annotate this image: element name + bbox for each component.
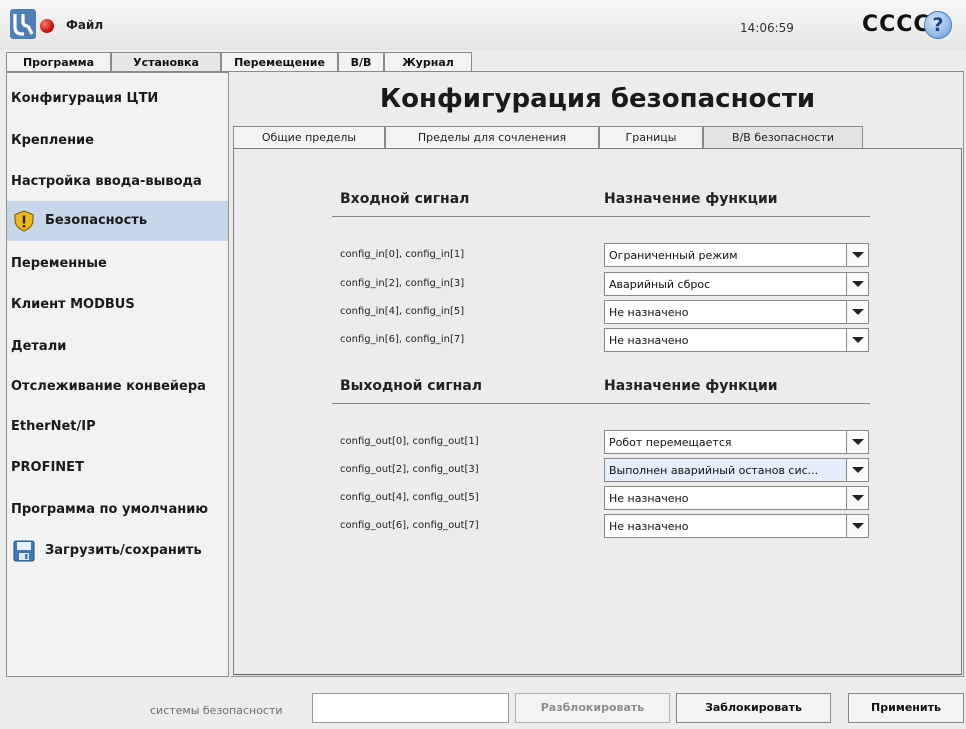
tab-program[interactable]: Программа (6, 52, 111, 72)
tab-boundaries[interactable]: Границы (599, 126, 703, 148)
shield-warning-icon (14, 210, 34, 232)
output-signal-label: config_out[2], config_out[3] (340, 464, 479, 475)
help-icon[interactable]: ? (924, 11, 952, 39)
clock: 14:06:59 (740, 21, 794, 35)
apply-button[interactable]: Применить (848, 693, 964, 723)
sidebar-item-tcp-config[interactable]: Конфигурация ЦТИ (7, 79, 228, 119)
output-function-dropdown[interactable]: Не назначено (604, 514, 869, 538)
tab-safety-io[interactable]: В/В безопасности (703, 126, 863, 148)
sidebar-item-label: Детали (11, 339, 67, 354)
tab-move[interactable]: Перемещение (221, 52, 338, 72)
lock-button[interactable]: Заблокировать (676, 693, 831, 723)
dropdown-arrow[interactable] (846, 244, 868, 266)
output-signal-label: config_out[6], config_out[7] (340, 520, 479, 531)
input-signal-label: config_in[2], config_in[3] (340, 278, 465, 289)
sidebar-item-safety[interactable]: Безопасность (7, 201, 228, 241)
input-signal-header: Входной сигнал (340, 191, 470, 207)
ur-logo-icon (10, 9, 36, 39)
sidebar-item-label: Настройка ввода-вывода (11, 174, 202, 189)
input-signal-label: config_in[0], config_in[1] (340, 249, 465, 260)
input-function-dropdown[interactable]: Ограниченный режим (604, 243, 869, 267)
input-signal-label: config_in[6], config_in[7] (340, 334, 465, 345)
sidebar-item-label: PROFINET (11, 460, 84, 475)
sidebar-item-label: Загрузить/сохранить (45, 543, 202, 558)
sidebar-item-mounting[interactable]: Крепление (7, 121, 228, 161)
sidebar-item-label: Конфигурация ЦТИ (11, 91, 159, 106)
chevron-down-icon (852, 439, 864, 445)
sidebar-item-default-program[interactable]: Программа по умолчанию (7, 490, 228, 530)
tab-joint-limits[interactable]: Пределы для сочленения (385, 126, 599, 148)
page-title: Конфигурация безопасности (379, 84, 816, 114)
sidebar-item-label: Клиент MODBUS (11, 297, 135, 312)
output-signal-label: config_out[4], config_out[5] (340, 492, 479, 503)
output-header-rule (332, 403, 870, 404)
dropdown-arrow[interactable] (846, 329, 868, 351)
chevron-down-icon (852, 495, 864, 501)
floppy-disk-icon (13, 540, 35, 562)
output-function-dropdown[interactable]: Не назначено (604, 486, 869, 510)
dropdown-arrow[interactable] (846, 459, 868, 481)
safety-password-input[interactable] (312, 693, 509, 723)
dropdown-arrow[interactable] (846, 487, 868, 509)
dropdown-arrow[interactable] (846, 515, 868, 537)
output-function-dropdown[interactable]: Робот перемещается (604, 430, 869, 454)
sidebar-item-label: Безопасность (45, 213, 148, 228)
tab-installation[interactable]: Установка (111, 52, 221, 73)
output-signal-header: Выходной сигнал (340, 378, 483, 394)
input-function-dropdown[interactable]: Не назначено (604, 300, 869, 324)
chevron-down-icon (852, 309, 864, 315)
dropdown-value: Выполнен аварийный останов сис... (609, 464, 819, 477)
dropdown-value: Робот перемещается (609, 436, 732, 449)
dropdown-value: Не назначено (609, 334, 689, 347)
dropdown-value: Не назначено (609, 306, 689, 319)
chevron-down-icon (852, 523, 864, 529)
sidebar-item-label: Крепление (11, 133, 94, 148)
chevron-down-icon (852, 252, 864, 258)
output-function-header: Назначение функции (604, 378, 778, 394)
chevron-down-icon (852, 281, 864, 287)
dropdown-value: Не назначено (609, 520, 689, 533)
tab-log[interactable]: Журнал (384, 52, 472, 72)
file-menu[interactable]: Файл (66, 18, 103, 32)
sidebar-item-modbus-client[interactable]: Клиент MODBUS (7, 285, 228, 325)
dropdown-arrow[interactable] (846, 301, 868, 323)
sidebar-item-label: Переменные (11, 256, 107, 271)
robot-name: CCCC (862, 12, 931, 37)
sidebar-item-profinet[interactable]: PROFINET (7, 448, 228, 488)
input-header-rule (332, 216, 870, 217)
safety-password-label: системы безопасности (150, 704, 283, 717)
chevron-down-icon (852, 467, 864, 473)
chevron-down-icon (852, 337, 864, 343)
footer-bar: системы безопасности Разблокировать Забл… (0, 682, 966, 729)
safety-io-panel: Входной сигнал Назначение функции config… (233, 148, 962, 675)
dropdown-arrow[interactable] (846, 273, 868, 295)
content-area: Конфигурация безопасности Общие пределы … (231, 72, 964, 677)
sidebar: Конфигурация ЦТИ Крепление Настройка вво… (6, 72, 229, 677)
sidebar-item-label: Программа по умолчанию (11, 502, 208, 517)
dropdown-arrow[interactable] (846, 431, 868, 453)
dropdown-value: Ограниченный режим (609, 249, 738, 262)
sidebar-item-ethernet-ip[interactable]: EtherNet/IP (7, 407, 228, 447)
output-function-dropdown[interactable]: Выполнен аварийный останов сис... (604, 458, 869, 482)
sidebar-item-label: Отслеживание конвейера (11, 379, 206, 394)
input-function-dropdown[interactable]: Аварийный сброс (604, 272, 869, 296)
tab-general-limits[interactable]: Общие пределы (233, 126, 385, 148)
sidebar-item-label: EtherNet/IP (11, 419, 96, 434)
tab-io[interactable]: В/В (338, 52, 384, 72)
sidebar-item-features[interactable]: Детали (7, 327, 228, 367)
sidebar-item-io-setup[interactable]: Настройка ввода-вывода (7, 162, 228, 202)
sidebar-item-load-save[interactable]: Загрузить/сохранить (7, 531, 228, 571)
dropdown-value: Не назначено (609, 492, 689, 505)
dropdown-value: Аварийный сброс (609, 278, 711, 291)
sidebar-item-conveyor-tracking[interactable]: Отслеживание конвейера (7, 367, 228, 407)
input-signal-label: config_in[4], config_in[5] (340, 306, 465, 317)
title-bar: Файл 14:06:59 CCCC ? (0, 0, 966, 50)
output-signal-label: config_out[0], config_out[1] (340, 436, 479, 447)
input-function-dropdown[interactable]: Не назначено (604, 328, 869, 352)
status-dot-icon (40, 19, 54, 33)
unlock-button[interactable]: Разблокировать (515, 693, 670, 723)
input-function-header: Назначение функции (604, 191, 778, 207)
sidebar-item-variables[interactable]: Переменные (7, 244, 228, 284)
